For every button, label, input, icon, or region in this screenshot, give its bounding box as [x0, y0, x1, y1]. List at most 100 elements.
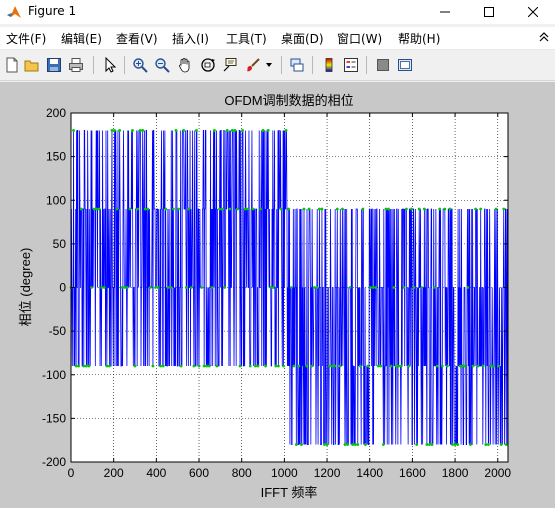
y-axis-label: 相位 (degree) [18, 248, 33, 327]
minimize-button[interactable] [427, 0, 463, 24]
data-point-marker [87, 364, 91, 368]
data-point-marker [492, 364, 495, 368]
x-tick-label: 600 [189, 466, 209, 480]
data-point-marker [246, 207, 250, 211]
data-point-marker [225, 129, 229, 132]
data-point-marker [151, 364, 155, 368]
menu-view[interactable]: 查看(V) [116, 30, 158, 47]
x-axis-label: IFFT 频率 [261, 485, 318, 500]
toolbar-separator [312, 56, 313, 74]
show-plot-tools-icon [398, 59, 412, 71]
data-point-marker [476, 364, 480, 368]
data-point-marker [430, 443, 434, 446]
data-point-marker [210, 286, 214, 289]
phase-plot[interactable]: 0 200 400 600 800 1000 1200 1400 1600 1800 2000 -2… [0, 82, 555, 508]
rotate-3d-button[interactable] [198, 55, 218, 75]
hide-plot-tools-button[interactable] [373, 55, 393, 75]
edit-plot-button[interactable] [100, 55, 120, 75]
zoom-out-icon [155, 58, 170, 73]
data-point-marker [84, 364, 88, 368]
data-point-marker [461, 364, 465, 368]
data-point-marker [143, 207, 147, 211]
brush-button[interactable] [243, 55, 263, 75]
data-point-marker [233, 129, 237, 132]
menu-bar: 文件(F) 编辑(E) 查看(V) 插入(I) 工具(T) 桌面(D) 窗口(W… [0, 27, 555, 50]
print-button[interactable] [66, 55, 86, 75]
data-point-marker [200, 286, 203, 289]
data-point-marker [312, 286, 316, 289]
data-point-marker [330, 364, 334, 368]
menu-help[interactable]: 帮助(H) [398, 30, 440, 47]
x-tick-label: 1600 [399, 466, 426, 480]
data-point-marker [323, 443, 326, 446]
legend-button[interactable] [341, 55, 361, 75]
data-point-marker [95, 207, 99, 211]
data-point-marker [338, 364, 342, 368]
open-file-button[interactable] [22, 55, 42, 75]
chart-title: OFDM调制数据的相位 [224, 93, 353, 108]
data-point-marker [102, 286, 106, 289]
window-title: Figure 1 [28, 4, 77, 18]
menu-window[interactable]: 窗口(W) [337, 30, 382, 47]
data-point-marker [412, 286, 416, 289]
data-point-marker [310, 364, 314, 368]
data-point-marker [187, 207, 191, 211]
save-button[interactable] [44, 55, 64, 75]
menu-file[interactable]: 文件(F) [6, 30, 46, 47]
edit-plot-arrow-icon [105, 57, 117, 73]
colorbar-button[interactable] [319, 55, 339, 75]
data-point-marker [469, 443, 472, 446]
y-tick-label: -100 [42, 368, 66, 382]
data-point-marker [499, 443, 503, 446]
menu-tools[interactable]: 工具(T) [226, 30, 267, 47]
close-button[interactable] [515, 0, 551, 24]
data-point-marker [269, 286, 273, 289]
data-cursor-button[interactable] [220, 55, 240, 75]
data-point-marker [238, 364, 242, 368]
y-tick-label: -150 [42, 411, 66, 425]
maximize-icon [484, 7, 494, 17]
data-point-marker [154, 286, 157, 289]
data-point-marker [346, 443, 349, 446]
data-point-marker [271, 286, 275, 289]
brush-dropdown-button[interactable] [263, 55, 275, 75]
data-point-marker [161, 364, 165, 368]
data-point-marker [364, 443, 367, 446]
data-point-marker [146, 207, 150, 211]
data-point-marker [471, 364, 475, 368]
data-point-marker [156, 286, 160, 289]
new-figure-button[interactable] [2, 55, 22, 75]
maximize-button[interactable] [471, 0, 507, 24]
zoom-out-button[interactable] [152, 55, 172, 75]
open-file-icon [24, 60, 39, 72]
zoom-in-icon [133, 58, 148, 73]
data-point-marker [376, 364, 380, 368]
data-point-marker [100, 286, 104, 289]
show-plot-tools-button[interactable] [395, 55, 415, 75]
x-tick-label: 800 [232, 466, 252, 480]
data-point-marker [236, 207, 239, 211]
link-plot-button[interactable] [287, 55, 307, 75]
data-point-marker [479, 207, 483, 211]
data-point-marker [379, 364, 383, 368]
data-point-marker [428, 443, 431, 446]
data-point-marker [113, 129, 116, 132]
data-point-marker [456, 443, 460, 446]
double-chevron-up-icon[interactable] [539, 31, 549, 43]
data-point-marker [320, 207, 324, 211]
pan-button[interactable] [175, 55, 195, 75]
y-tick-label: 100 [46, 193, 66, 207]
data-point-marker [397, 364, 401, 368]
zoom-in-button[interactable] [130, 55, 150, 75]
data-point-marker [264, 364, 267, 368]
save-icon [47, 58, 61, 72]
data-point-marker [207, 364, 211, 368]
menu-desktop[interactable]: 桌面(D) [281, 30, 324, 47]
pan-hand-icon [179, 58, 190, 73]
data-point-marker [159, 364, 163, 368]
data-point-marker [435, 364, 439, 368]
data-point-marker [261, 129, 265, 132]
menu-edit[interactable]: 编辑(E) [61, 30, 102, 47]
data-point-marker [72, 129, 75, 132]
menu-insert[interactable]: 插入(I) [172, 30, 209, 47]
